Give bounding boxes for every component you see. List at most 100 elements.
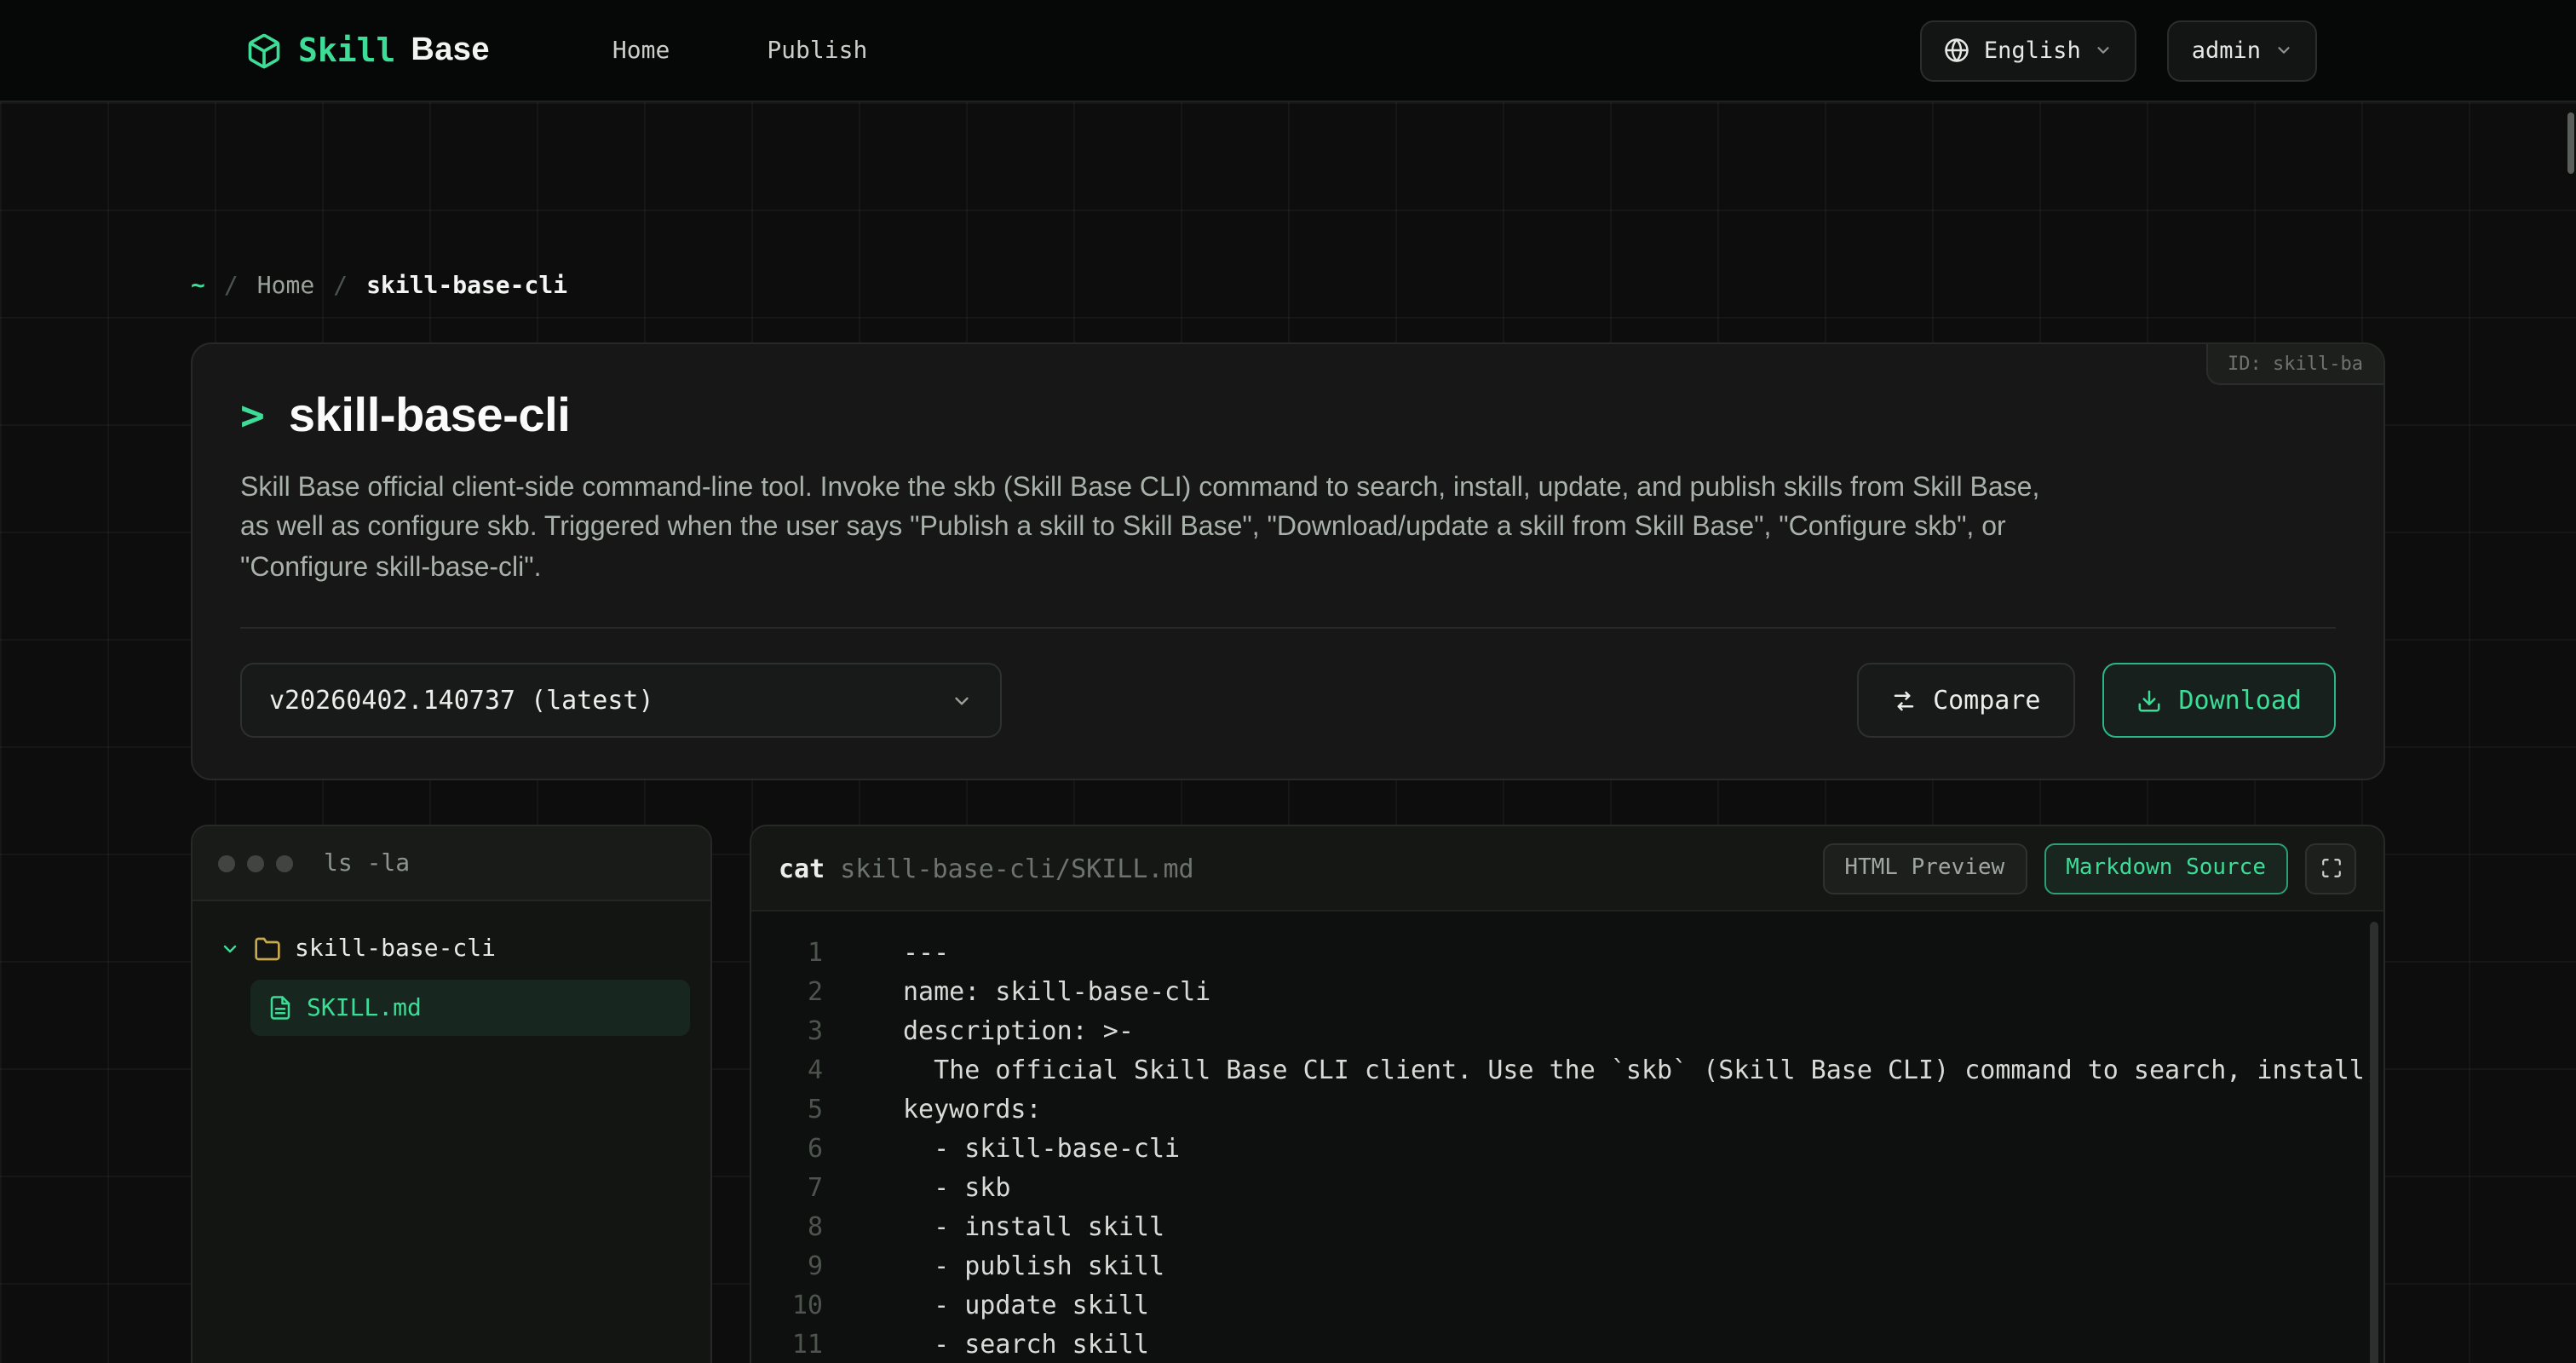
breadcrumb-separator: / — [333, 273, 348, 300]
globe-icon — [1945, 37, 1970, 63]
line-text: - install skill — [903, 1208, 1164, 1247]
tree-folder-skill-base-cli[interactable]: skill-base-cli — [213, 923, 690, 975]
compare-icon — [1890, 687, 1916, 713]
line-number: 2 — [751, 973, 823, 1012]
brand-home-link[interactable]: Skill Base — [245, 32, 490, 69]
page-content: ~ / Home / skill-base-cli ID: skill-ba >… — [0, 102, 2576, 1363]
window-dot-icon — [276, 854, 293, 871]
line-number: 9 — [751, 1247, 823, 1286]
skill-id-badge: ID: skill-ba — [2205, 344, 2383, 385]
tree-file-skill-md[interactable]: SKILL.md — [250, 980, 690, 1036]
chevron-down-icon — [2274, 41, 2293, 60]
nav-link-home[interactable]: Home — [612, 37, 670, 64]
brand-name-rest: Base — [411, 32, 489, 69]
code-line: 6 - skill-base-cli — [751, 1130, 2383, 1169]
line-text: - skb — [903, 1169, 1010, 1208]
code-line: 11 - search skill — [751, 1326, 2383, 1363]
navbar-right: English admin — [1921, 20, 2317, 81]
chevron-down-icon — [951, 689, 973, 711]
line-number: 6 — [751, 1130, 823, 1169]
app-viewport: Skill Base Home Publish English admin — [0, 0, 2576, 1363]
breadcrumb-root[interactable]: ~ — [191, 273, 205, 300]
code-line: 10 - update skill — [751, 1286, 2383, 1326]
breadcrumb-separator: / — [224, 273, 239, 300]
expand-icon — [2320, 857, 2342, 879]
line-number: 7 — [751, 1169, 823, 1208]
line-text: --- — [903, 934, 949, 973]
code-line: 3 description: >- — [751, 1012, 2383, 1051]
lower-panels: ls -la skill-base-cli — [191, 825, 2385, 1363]
nav-link-publish[interactable]: Publish — [767, 37, 867, 64]
line-number: 3 — [751, 1012, 823, 1051]
user-menu[interactable]: admin — [2168, 20, 2317, 81]
top-navbar: Skill Base Home Publish English admin — [0, 0, 2576, 102]
viewer-actions: HTML Preview Markdown Source — [1822, 843, 2356, 894]
code-scrollbar[interactable] — [2370, 922, 2378, 1363]
line-text: - publish skill — [903, 1247, 1164, 1286]
window-dot-icon — [218, 854, 235, 871]
file-viewer-header: cat skill-base-cli/SKILL.md HTML Preview… — [751, 826, 2383, 912]
line-text: - skill-base-cli — [903, 1130, 1180, 1169]
file-explorer-header: ls -la — [193, 826, 710, 901]
nav-links: Home Publish — [612, 37, 867, 64]
code-line: 9 - publish skill — [751, 1247, 2383, 1286]
breadcrumb-current: skill-base-cli — [366, 273, 567, 300]
version-select[interactable]: v20260402.140737 (latest) — [240, 663, 1002, 738]
line-number: 10 — [751, 1286, 823, 1326]
line-number: 4 — [751, 1051, 823, 1090]
line-number: 1 — [751, 934, 823, 973]
chevron-down-icon — [2095, 41, 2113, 60]
language-selector[interactable]: English — [1921, 20, 2137, 81]
code-line: 5 keywords: — [751, 1090, 2383, 1130]
line-number: 11 — [751, 1326, 823, 1363]
code-view: 1 --- 2 name: skill-base-cli 3 description:… — [751, 912, 2383, 1363]
tab-markdown-source[interactable]: Markdown Source — [2044, 843, 2288, 894]
file-viewer-panel: cat skill-base-cli/SKILL.md HTML Preview… — [750, 825, 2385, 1363]
viewer-file-path: skill-base-cli/SKILL.md — [840, 853, 1193, 883]
folder-label: skill-base-cli — [295, 935, 496, 963]
code-line: 2 name: skill-base-cli — [751, 973, 2383, 1012]
version-controls: v20260402.140737 (latest) Compare Downl — [240, 663, 2336, 738]
file-explorer-panel: ls -la skill-base-cli — [191, 825, 712, 1363]
line-text: name: skill-base-cli — [903, 973, 1210, 1012]
prompt-symbol: > — [240, 392, 265, 440]
line-text: description: >- — [903, 1012, 1134, 1051]
brand-name-accent: Skill — [298, 32, 395, 69]
download-button[interactable]: Download — [2102, 663, 2337, 738]
skill-description: Skill Base official client-side command-… — [240, 469, 2063, 588]
folder-icon — [254, 935, 281, 963]
line-text: - search skill — [903, 1326, 1149, 1363]
line-number: 8 — [751, 1208, 823, 1247]
line-text: keywords: — [903, 1090, 1042, 1130]
file-text-icon — [267, 995, 293, 1021]
file-label: SKILL.md — [307, 994, 422, 1021]
chevron-down-icon — [220, 939, 240, 959]
window-dot-icon — [247, 854, 264, 871]
code-line: 4 The official Skill Base CLI client. Us… — [751, 1051, 2383, 1090]
download-icon — [2136, 687, 2162, 713]
download-label: Download — [2179, 685, 2303, 716]
breadcrumb: ~ / Home / skill-base-cli — [191, 102, 2385, 300]
box-icon — [245, 32, 283, 69]
line-text: - update skill — [903, 1286, 1149, 1326]
tab-html-preview[interactable]: HTML Preview — [1822, 843, 2027, 894]
compare-label: Compare — [1933, 685, 2040, 716]
code-line: 8 - install skill — [751, 1208, 2383, 1247]
viewer-command-label: cat — [779, 853, 825, 883]
language-label: English — [1984, 37, 2081, 64]
explorer-command-label: ls -la — [324, 849, 410, 877]
compare-button[interactable]: Compare — [1856, 663, 2074, 738]
card-divider — [240, 627, 2336, 629]
code-line: 7 - skb — [751, 1169, 2383, 1208]
file-tree: skill-base-cli SKILL.md — [193, 901, 710, 1058]
user-label: admin — [2192, 37, 2261, 64]
version-selected-label: v20260402.140737 (latest) — [269, 685, 654, 716]
fullscreen-button[interactable] — [2305, 843, 2356, 894]
skill-title-row: > skill-base-cli — [240, 388, 2336, 443]
breadcrumb-home[interactable]: Home — [257, 273, 314, 300]
line-number: 5 — [751, 1090, 823, 1130]
line-text: The official Skill Base CLI client. Use … — [903, 1051, 2383, 1090]
code-line: 1 --- — [751, 934, 2383, 973]
page-scrollbar[interactable] — [2567, 112, 2574, 174]
skill-title: skill-base-cli — [289, 388, 571, 443]
